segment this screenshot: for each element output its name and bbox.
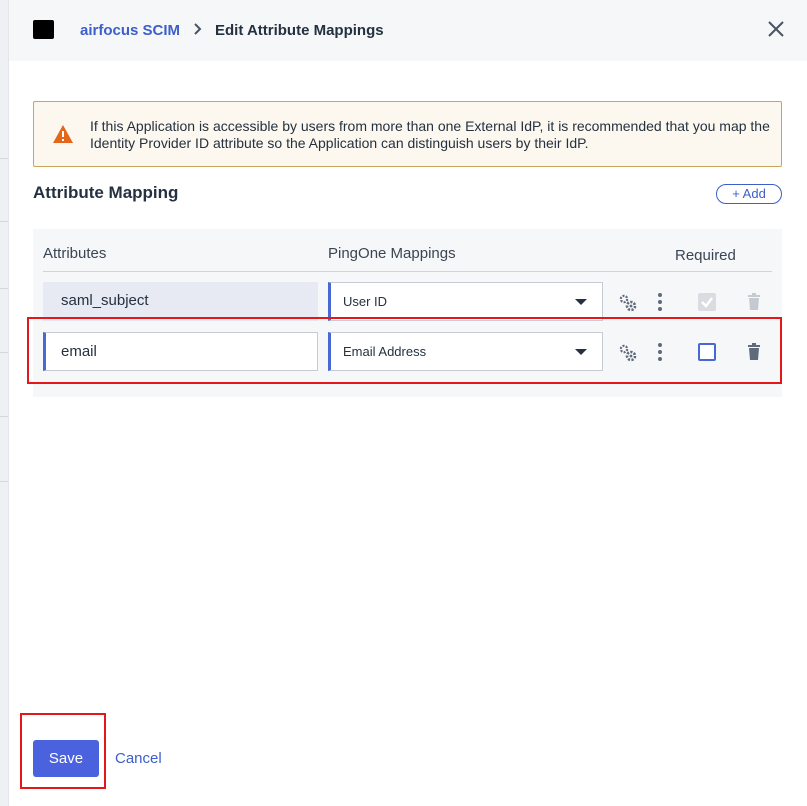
gear-icon[interactable]: [618, 293, 638, 313]
save-button[interactable]: Save: [33, 740, 99, 777]
background-divider: [0, 288, 8, 289]
add-mapping-button[interactable]: + Add: [716, 184, 782, 204]
trash-icon: [744, 292, 764, 312]
mapping-select-value: User ID: [343, 294, 388, 309]
section-title: Attribute Mapping: [33, 183, 179, 202]
modal-header: airfocus SCIM Edit Attribute Mappings: [9, 0, 807, 61]
chevron-down-icon: [575, 299, 587, 305]
background-divider: [0, 416, 8, 417]
more-options-icon[interactable]: [650, 292, 670, 312]
mapping-select-user-id[interactable]: User ID: [328, 282, 603, 321]
header-divider: [43, 271, 772, 272]
alert-message: If this Application is accessible by use…: [90, 118, 770, 151]
page-title: Edit Attribute Mappings: [215, 22, 384, 39]
close-icon[interactable]: [766, 19, 786, 39]
highlight-box-email-row: [27, 317, 782, 384]
breadcrumb-separator-icon: [192, 21, 204, 42]
background-panel-strip: [0, 0, 9, 806]
warning-icon: [52, 124, 74, 144]
required-checkbox-checked-disabled: [698, 293, 716, 311]
column-header-attributes: Attributes: [43, 245, 107, 262]
window-icon: [33, 20, 54, 39]
warning-alert: If this Application is accessible by use…: [33, 101, 782, 167]
background-divider: [0, 481, 8, 482]
background-divider: [0, 158, 8, 159]
background-divider: [0, 352, 8, 353]
column-header-required: Required: [675, 247, 736, 264]
cancel-button[interactable]: Cancel: [115, 750, 162, 767]
background-divider: [0, 221, 8, 222]
breadcrumb-app-link[interactable]: airfocus SCIM: [80, 22, 180, 39]
attribute-field-saml-subject: saml_subject: [43, 282, 318, 321]
column-header-pingone-mappings: PingOne Mappings: [328, 245, 456, 262]
